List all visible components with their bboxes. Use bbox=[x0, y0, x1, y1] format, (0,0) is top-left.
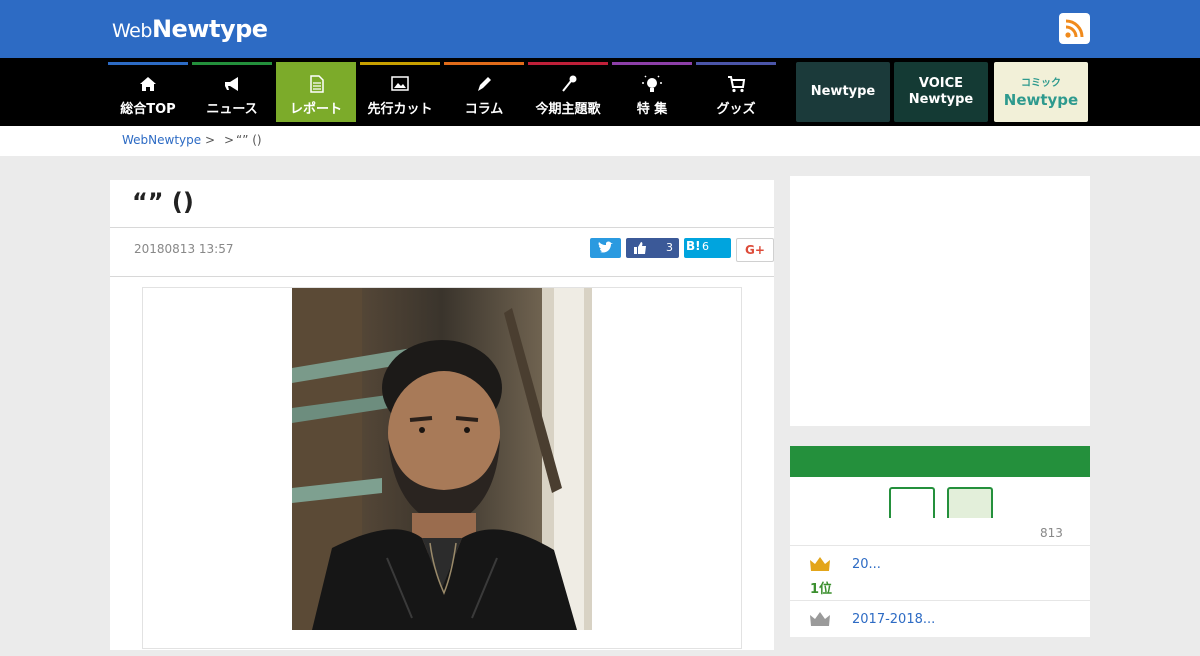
breadcrumb-home-link[interactable]: WebNewtype bbox=[122, 133, 201, 147]
google-plus-button[interactable]: G+ bbox=[736, 238, 774, 262]
nav-label: レポート bbox=[289, 102, 342, 117]
pen-icon bbox=[478, 77, 491, 91]
banner-label: VOICE bbox=[918, 76, 964, 91]
divider bbox=[110, 227, 774, 228]
banner-label: コミック bbox=[1021, 78, 1061, 89]
hatena-count: 6 bbox=[702, 240, 709, 253]
banner-voice-newtype[interactable]: VOICE Newtype bbox=[894, 62, 988, 122]
nav-item-news[interactable]: ニュース bbox=[192, 62, 272, 122]
nav-item-feature[interactable]: 特 集 bbox=[612, 62, 692, 122]
nav-label: 総合TOP bbox=[120, 102, 176, 117]
nav-label: グッズ bbox=[716, 102, 756, 117]
nav-label: 特 集 bbox=[636, 102, 668, 117]
article-date: 20180813 13:57 bbox=[134, 242, 234, 256]
breadcrumb-separator: > bbox=[205, 133, 216, 147]
site-logo[interactable]: WebNewtype bbox=[112, 14, 268, 46]
nav-color-bar bbox=[444, 62, 524, 65]
logo-newtype-text: Newtype bbox=[151, 15, 268, 43]
nav-item-theme-song[interactable]: 今期主題歌 bbox=[528, 62, 608, 122]
lightbulb-icon bbox=[642, 75, 662, 92]
document-icon bbox=[310, 75, 324, 93]
nav-item-goods[interactable]: グッズ bbox=[696, 62, 776, 122]
nav-color-bar bbox=[108, 62, 188, 65]
ranking-position: 1位 bbox=[810, 582, 833, 597]
breadcrumb: WebNewtype > > “” () bbox=[0, 126, 1200, 156]
ranking-item[interactable] bbox=[790, 600, 1090, 656]
ranking-item[interactable] bbox=[790, 545, 1090, 601]
twitter-icon bbox=[598, 241, 613, 253]
nav-item-top[interactable]: 総合TOP bbox=[108, 62, 188, 122]
nav-color-bar bbox=[192, 62, 272, 65]
nav-color-bar bbox=[696, 62, 776, 65]
like-count: 3 bbox=[666, 241, 673, 254]
nav-item-report[interactable]: レポート bbox=[276, 62, 356, 122]
nav-label: ニュース bbox=[206, 102, 258, 117]
banner-label: Newtype bbox=[1003, 91, 1079, 109]
microphone-icon bbox=[562, 75, 577, 92]
twitter-share-button[interactable] bbox=[590, 238, 621, 258]
ranking-tab-1[interactable] bbox=[889, 487, 935, 518]
ranking-header bbox=[790, 446, 1090, 477]
google-plus-icon: G+ bbox=[745, 243, 765, 257]
breadcrumb-current: “” () bbox=[236, 133, 262, 147]
nav-item-column[interactable]: コラム bbox=[444, 62, 524, 122]
nav-color-bar bbox=[612, 62, 692, 65]
facebook-like-button[interactable]: 3 bbox=[626, 238, 679, 258]
image-icon bbox=[391, 76, 409, 91]
breadcrumb-separator: > bbox=[224, 133, 235, 147]
thumbs-up-icon bbox=[634, 242, 646, 254]
cart-icon bbox=[728, 76, 746, 93]
banner-newtype[interactable]: Newtype bbox=[796, 62, 890, 122]
hatena-icon: B! bbox=[686, 239, 701, 253]
ranking-tab-2[interactable] bbox=[947, 487, 993, 518]
banner-comic-newtype[interactable]: コミック Newtype bbox=[994, 62, 1088, 122]
divider bbox=[110, 276, 774, 277]
ranking-date: 813 bbox=[1040, 526, 1063, 540]
rss-icon[interactable] bbox=[1059, 13, 1090, 44]
main-nav: 総合TOP ニュース レポート 先行カット コラム 今期主題歌 特 集 グッズ … bbox=[0, 58, 1200, 126]
nav-label: 今期主題歌 bbox=[535, 102, 601, 117]
nav-color-bar bbox=[360, 62, 440, 65]
logo-web-text: Web bbox=[112, 20, 152, 42]
article-photo[interactable] bbox=[292, 288, 592, 630]
ad-slot[interactable] bbox=[790, 176, 1090, 426]
megaphone-icon bbox=[225, 77, 238, 91]
hatena-bookmark-button[interactable]: B! 6 bbox=[684, 238, 731, 258]
article-title: “” () bbox=[132, 188, 194, 216]
nav-color-bar bbox=[276, 62, 356, 65]
nav-label: コラム bbox=[464, 102, 504, 117]
ranking-item-title[interactable]: 2017-2018... bbox=[852, 612, 935, 627]
gold-crown-icon bbox=[810, 557, 830, 571]
silver-crown-icon bbox=[810, 612, 830, 626]
nav-item-preview[interactable]: 先行カット bbox=[360, 62, 440, 122]
banner-label: Newtype bbox=[810, 84, 876, 99]
site-header: WebNewtype bbox=[0, 0, 1200, 58]
nav-color-bar bbox=[528, 62, 608, 65]
banner-label: Newtype bbox=[908, 92, 974, 107]
ranking-item-title[interactable]: 20... bbox=[852, 557, 881, 572]
nav-label: 先行カット bbox=[367, 102, 433, 117]
home-icon bbox=[140, 77, 156, 91]
